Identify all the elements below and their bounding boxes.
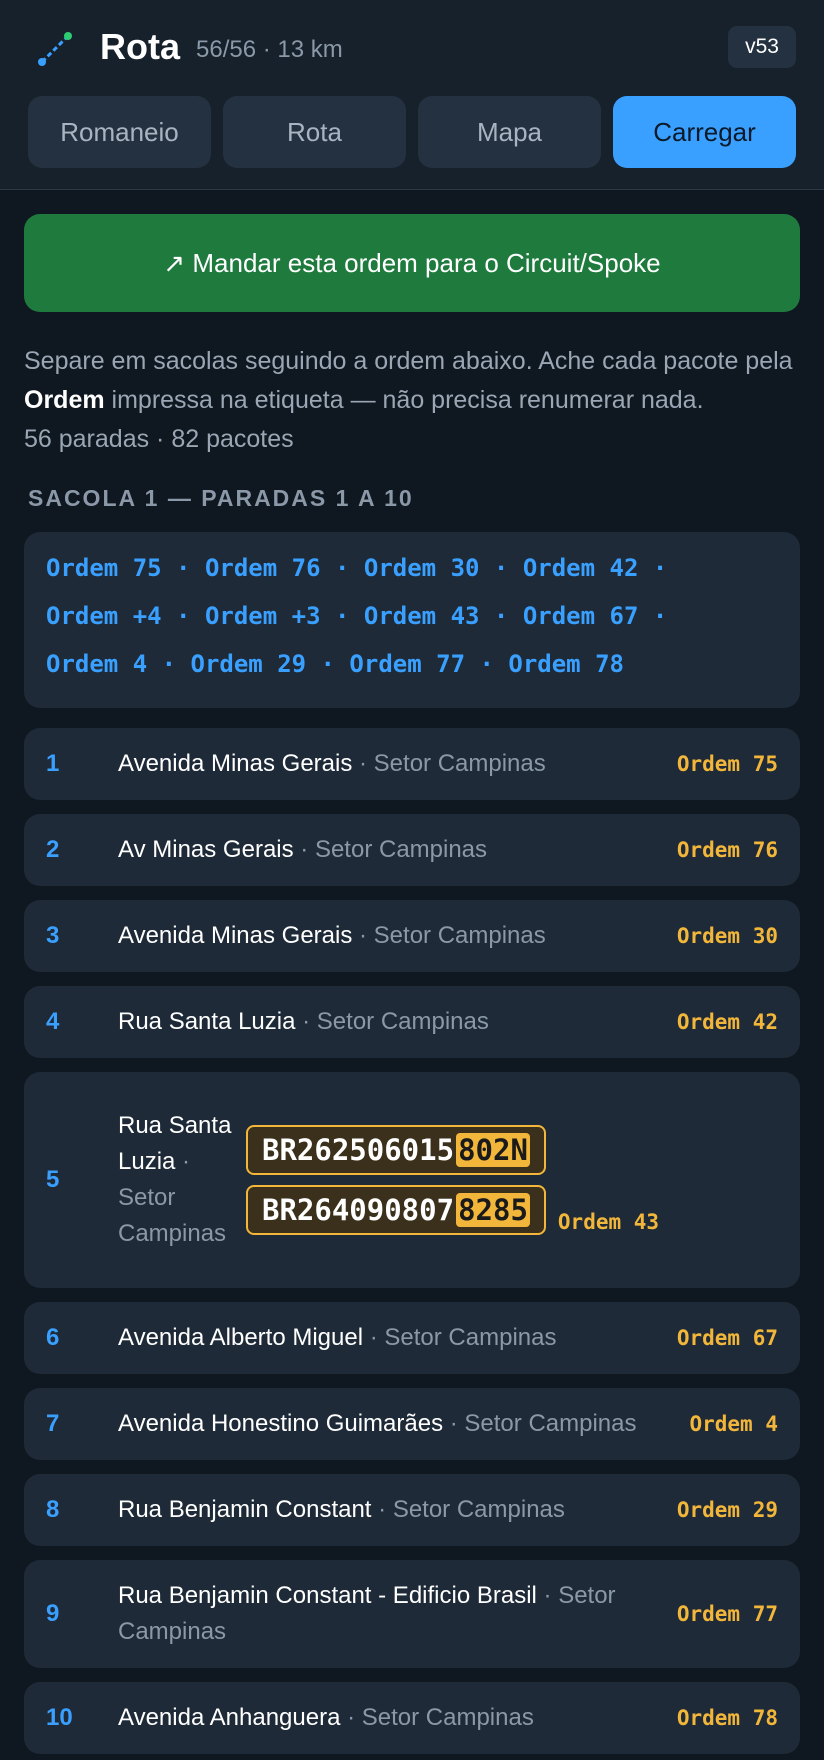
package-codes: BR262506015 802N BR264090807 8285 bbox=[246, 1125, 546, 1235]
stop-address: Avenida Alberto Miguel · Setor Campinas bbox=[118, 1324, 557, 1351]
stop-package-count: 56 paradas · 82 pacotes bbox=[24, 425, 294, 453]
package-code: BR262506015 802N bbox=[246, 1125, 546, 1175]
stop-row[interactable]: 7 Avenida Honestino Guimarães · Setor Ca… bbox=[24, 1388, 800, 1460]
stop-row[interactable]: 1 Avenida Minas Gerais · Setor Campinas … bbox=[24, 728, 800, 800]
stop-row[interactable]: 4 Rua Santa Luzia · Setor Campinas Ordem… bbox=[24, 986, 800, 1058]
stop-row[interactable]: 10 Avenida Anhanguera · Setor Campinas O… bbox=[24, 1682, 800, 1754]
route-summary: 56/56 · 13 km bbox=[196, 36, 343, 63]
stop-row[interactable]: 2 Av Minas Gerais · Setor Campinas Ordem… bbox=[24, 814, 800, 886]
stop-number: 5 bbox=[46, 1166, 60, 1193]
stop-row[interactable]: 9 Rua Benjamin Constant - Edificio Brasi… bbox=[24, 1560, 800, 1668]
stop-address: Rua Santa Luzia · Setor Campinas bbox=[118, 1112, 232, 1247]
order-label: Ordem 77 bbox=[676, 1602, 778, 1626]
stop-row[interactable]: 6 Avenida Alberto Miguel · Setor Campina… bbox=[24, 1302, 800, 1374]
stop-number: 6 bbox=[46, 1324, 60, 1351]
bag-order-summary: Ordem 75 · Ordem 76 · Ordem 30 · Ordem 4… bbox=[24, 532, 800, 708]
stop-number: 2 bbox=[46, 836, 60, 863]
order-label: Ordem 43 bbox=[557, 1210, 660, 1234]
stop-number: 8 bbox=[46, 1496, 60, 1523]
stop-number: 7 bbox=[46, 1410, 60, 1437]
order-label: Ordem 78 bbox=[676, 1706, 778, 1730]
order-label: Ordem 42 bbox=[676, 1010, 778, 1034]
stop-address: Av Minas Gerais · Setor Campinas bbox=[118, 836, 488, 863]
order-label: Ordem 4 bbox=[689, 1412, 778, 1436]
stop-number: 4 bbox=[46, 1008, 60, 1035]
bag-summary-line: Ordem 4 · Ordem 29 · Ordem 77 · Ordem 78 bbox=[46, 650, 624, 678]
route-icon bbox=[38, 32, 72, 66]
stop-address: Rua Benjamin Constant - Edificio Brasil … bbox=[118, 1582, 616, 1645]
version-badge: v53 bbox=[728, 26, 796, 68]
bag-summary-line: Ordem 75 · Ordem 76 · Ordem 30 · Ordem 4… bbox=[46, 554, 668, 582]
stop-number: 1 bbox=[46, 750, 60, 777]
tab-rota[interactable]: Rota bbox=[223, 96, 406, 168]
main-content: ↗ Mandar esta ordem para o Circuit/Spoke… bbox=[0, 190, 824, 1754]
export-to-circuit-button[interactable]: ↗ Mandar esta ordem para o Circuit/Spoke bbox=[24, 214, 800, 312]
stop-address: Rua Santa Luzia · Setor Campinas bbox=[118, 1008, 489, 1035]
tab-mapa[interactable]: Mapa bbox=[418, 96, 601, 168]
order-label: Ordem 76 bbox=[676, 838, 778, 862]
app-header: Rota 56/56 · 13 km v53 Romaneio Rota Map… bbox=[0, 0, 824, 190]
stop-address: Rua Benjamin Constant · Setor Campinas bbox=[118, 1496, 565, 1523]
stop-row[interactable]: 8 Rua Benjamin Constant · Setor Campinas… bbox=[24, 1474, 800, 1546]
order-label: Ordem 75 bbox=[676, 752, 778, 776]
order-label: Ordem 30 bbox=[676, 924, 778, 948]
stop-row[interactable]: 3 Avenida Minas Gerais · Setor Campinas … bbox=[24, 900, 800, 972]
stop-row-multi-package[interactable]: 5 Rua Santa Luzia · Setor Campinas BR262… bbox=[24, 1072, 800, 1288]
tab-carregar[interactable]: Carregar bbox=[613, 96, 796, 168]
bag-title: Sacola 1 — paradas 1 a 10 bbox=[28, 485, 414, 511]
order-label: Ordem 29 bbox=[676, 1498, 778, 1522]
tab-romaneio[interactable]: Romaneio bbox=[28, 96, 211, 168]
stop-number: 10 bbox=[46, 1704, 73, 1731]
stop-address: Avenida Minas Gerais · Setor Campinas bbox=[118, 750, 546, 777]
order-label: Ordem 67 bbox=[676, 1326, 778, 1350]
stop-address: Avenida Honestino Guimarães · Setor Camp… bbox=[118, 1410, 637, 1437]
stop-number: 3 bbox=[46, 922, 60, 949]
stop-address: Avenida Minas Gerais · Setor Campinas bbox=[118, 922, 546, 949]
package-code: BR264090807 8285 bbox=[246, 1185, 546, 1235]
bag-summary-line: Ordem +4 · Ordem +3 · Ordem 43 · Ordem 6… bbox=[46, 602, 668, 630]
stop-number: 9 bbox=[46, 1600, 60, 1627]
instructions-text: Separe em sacolas seguindo a ordem abaix… bbox=[24, 347, 793, 414]
stop-list: 1 Avenida Minas Gerais · Setor Campinas … bbox=[24, 728, 800, 1754]
app-title: Rota bbox=[100, 26, 180, 67]
tab-bar: Romaneio Rota Mapa Carregar bbox=[28, 96, 796, 168]
stop-address: Avenida Anhanguera · Setor Campinas bbox=[118, 1704, 534, 1731]
